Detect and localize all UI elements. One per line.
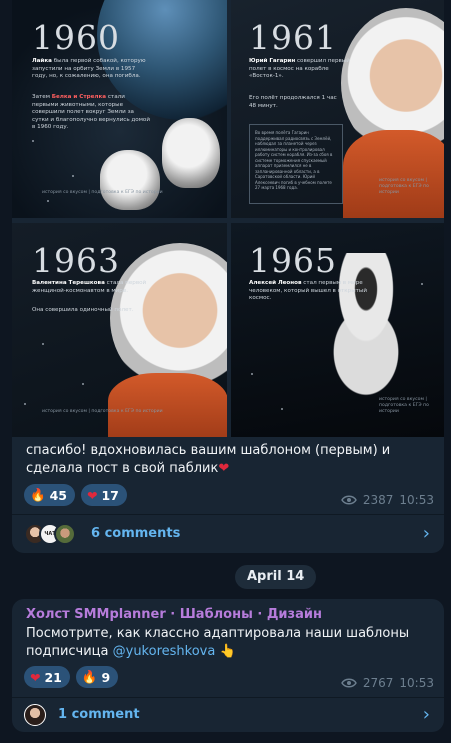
chevron-right-icon: ›: [422, 704, 430, 725]
comments-label: 1 comment: [58, 707, 140, 722]
tile-paragraph: Его полёт продолжался 1 час 48 минут.: [249, 95, 337, 109]
tile-paragraph: Юрий Гагарин совершил первый полет в кос…: [249, 58, 350, 80]
message-caption: спасибо! вдохновилась вашим шаблоном (пе…: [26, 443, 391, 476]
tile-credit: история со вкусом | подготовка к ЕГЭ по …: [42, 409, 163, 414]
reaction-count: 17: [101, 487, 119, 503]
album-photo-1965[interactable]: 1965 Алексей Леонов стал первым в мире ч…: [231, 223, 444, 437]
fire-icon: 🔥: [30, 487, 46, 502]
pointing-hand-icon: 👆: [219, 644, 236, 659]
tile-credit: история со вкусом | подготовка к ЕГЭ по …: [42, 190, 163, 195]
tile-paragraph: Лайка была первой собакой, которую запус…: [32, 58, 146, 80]
message-meta: 2767 10:53: [341, 676, 434, 690]
eye-icon: [341, 678, 357, 688]
spacesuit-image: [343, 130, 444, 218]
message-time: 10:53: [399, 676, 434, 690]
avatar: [54, 522, 76, 545]
eye-icon: [341, 495, 357, 505]
reaction-fire[interactable]: 🔥 45: [24, 484, 75, 506]
tile-credit: история со вкусом | подготовка к ЕГЭ по …: [379, 397, 429, 414]
album-photo-1961[interactable]: 1961 Юрий Гагарин совершил первый полет …: [231, 0, 444, 218]
view-count: 2387: [362, 493, 394, 507]
fire-icon: 🔥: [81, 669, 98, 684]
forwarded-from-link[interactable]: Холст SMMplanner · Шаблоны · Дизайн: [26, 607, 322, 622]
message-bubble-2[interactable]: Холст SMMplanner · Шаблоны · Дизайн Посм…: [12, 599, 444, 732]
reaction-count: 21: [44, 669, 62, 685]
tile-paragraph: Валентина Терешкова стала первой женщино…: [32, 280, 147, 294]
tile-paragraph: Затем Белка и Стрелка стали первыми живо…: [32, 94, 150, 131]
date-separator: April 14: [235, 565, 317, 589]
reactions-bar: 🔥 45 ❤ 17: [24, 484, 127, 506]
chevron-right-icon: ›: [422, 523, 430, 544]
tile-paragraph: Алексей Леонов стал первым в мире челове…: [249, 280, 367, 302]
reaction-fire[interactable]: 🔥 9: [75, 666, 119, 688]
message-bubble-1[interactable]: 1960 Лайка была первой собакой, которую …: [12, 0, 444, 553]
commenter-avatars: ЧАТ ПАСТА: [24, 522, 76, 545]
reaction-heart[interactable]: ❤ 21: [24, 666, 70, 688]
message-time: 10:53: [399, 493, 434, 507]
message-meta: 2387 10:53: [341, 493, 434, 507]
tile-year: 1961: [249, 18, 337, 57]
album-photo-1960[interactable]: 1960 Лайка была первой собакой, которую …: [12, 0, 227, 218]
heart-icon: ❤: [30, 669, 41, 685]
reactions-bar: ❤ 21 🔥 9: [24, 666, 119, 688]
tile-year: 1963: [32, 241, 120, 280]
heart-emoji-icon: ❤: [218, 461, 230, 476]
heart-icon: ❤: [86, 487, 98, 503]
spacesuit-image: [108, 373, 227, 437]
avatar: [24, 703, 46, 726]
reaction-count: 9: [101, 669, 111, 685]
dog-image-strelka: [162, 118, 220, 188]
photo-album[interactable]: 1960 Лайка была первой собакой, которую …: [12, 0, 444, 437]
comments-button[interactable]: 1 comment ›: [12, 697, 444, 732]
tile-info-box: Во время полёта Гагарин поддерживал ради…: [249, 124, 343, 204]
view-count: 2767: [362, 676, 394, 690]
mention-link[interactable]: @yukoreshkova: [113, 644, 216, 659]
dog-image-belka: [100, 150, 160, 210]
album-photo-1963[interactable]: 1963 Валентина Терешкова стала первой же…: [12, 223, 227, 437]
tile-year: 1960: [32, 18, 120, 57]
reaction-count: 45: [49, 487, 67, 503]
tile-credit: история со вкусом | подготовка к ЕГЭ по …: [379, 178, 429, 195]
tile-year: 1965: [249, 241, 337, 280]
message-text: Посмотрите, как классно адаптировала наш…: [26, 626, 410, 659]
tile-paragraph: Она совершила одиночный полет.: [32, 307, 134, 313]
comments-button[interactable]: ЧАТ ПАСТА 6 comments ›: [12, 514, 444, 553]
reaction-heart[interactable]: ❤ 17: [80, 484, 127, 506]
comments-label: 6 comments: [91, 526, 181, 541]
